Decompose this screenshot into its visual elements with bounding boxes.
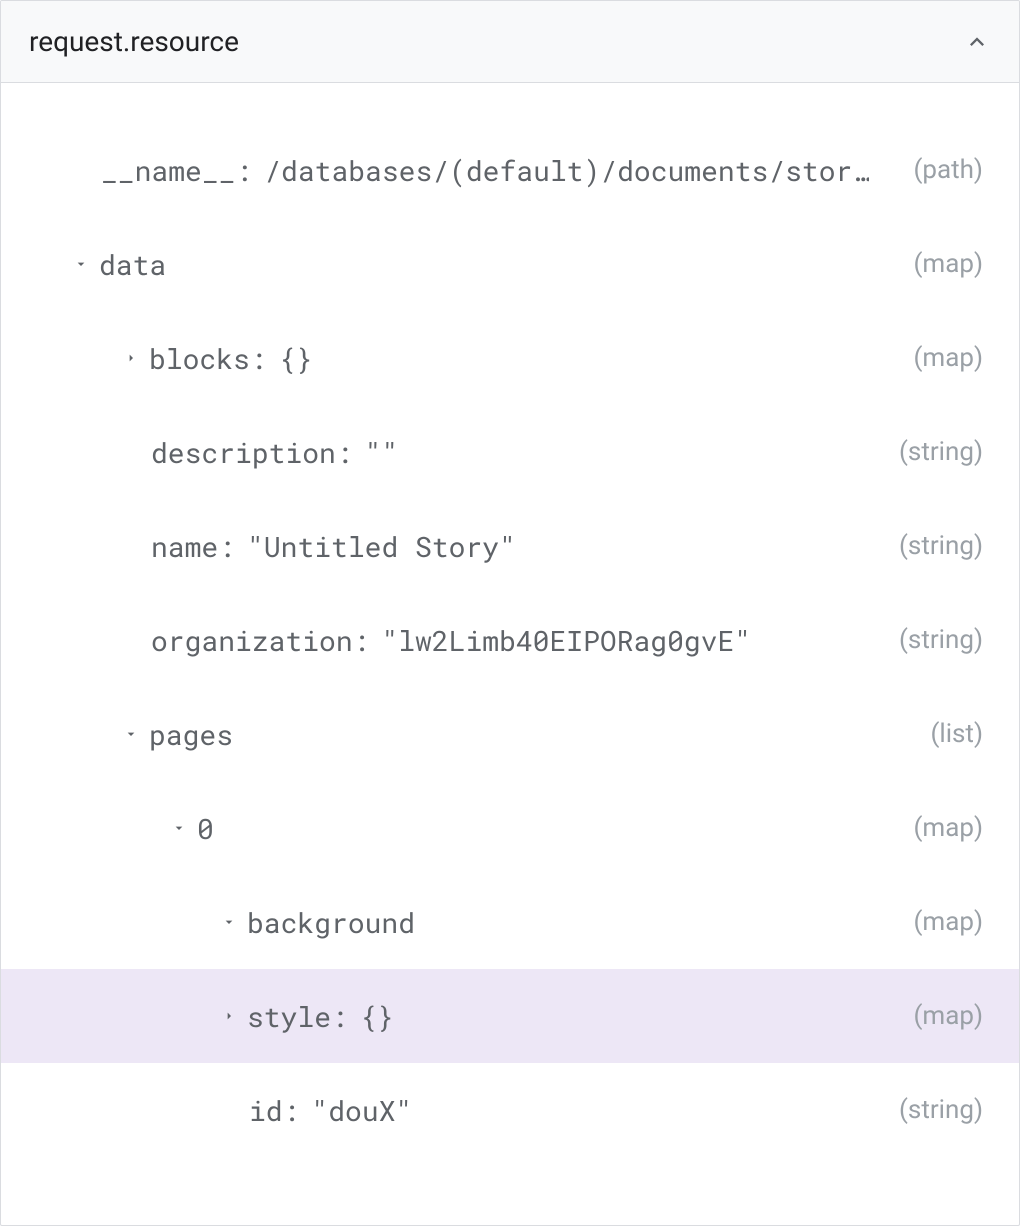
row-type: (map): [914, 907, 984, 937]
row-key: __name__: [101, 152, 235, 189]
tree-content: __name__ : /databases/(default)/document…: [1, 83, 1019, 1177]
chevron-up-icon[interactable]: [963, 28, 991, 56]
row-key: name: [151, 528, 218, 565]
tree-row-blocks[interactable]: blocks : {} (map): [1, 311, 1019, 405]
row-key: data: [99, 246, 166, 283]
row-type: (string): [899, 625, 983, 655]
tree-row-data[interactable]: data (map): [1, 217, 1019, 311]
row-type: (map): [914, 343, 984, 373]
row-type: (string): [899, 1095, 983, 1125]
row-key: background: [247, 904, 415, 941]
row-key: blocks: [149, 340, 250, 377]
panel-title: request.resource: [29, 25, 239, 58]
row-value: /databases/(default)/documents/stor…: [264, 152, 869, 189]
triangle-down-icon[interactable]: [161, 820, 197, 836]
row-type: (path): [913, 155, 983, 185]
tree-row-style[interactable]: style : {} (map): [1, 969, 1019, 1063]
tree-row-id[interactable]: id : "douX" (string): [1, 1063, 1019, 1157]
row-value: "": [365, 434, 399, 471]
triangle-down-icon[interactable]: [211, 914, 247, 930]
row-value: "lw2Limb40EIPORag0gvE": [381, 622, 751, 659]
tree-row-description[interactable]: description : "" (string): [1, 405, 1019, 499]
triangle-down-icon[interactable]: [63, 256, 99, 272]
row-type: (map): [914, 249, 984, 279]
triangle-right-icon[interactable]: [211, 1008, 247, 1024]
tree-row-background[interactable]: background (map): [1, 875, 1019, 969]
tree-row-organization[interactable]: organization : "lw2Limb40EIPORag0gvE" (s…: [1, 593, 1019, 687]
triangle-down-icon[interactable]: [113, 726, 149, 742]
row-type: (list): [930, 719, 983, 749]
tree-row-page0[interactable]: 0 (map): [1, 781, 1019, 875]
row-value: {}: [360, 998, 394, 1035]
row-key: organization: [151, 622, 353, 659]
row-value: "Untitled Story": [247, 528, 516, 565]
row-key: 0: [197, 810, 214, 847]
request-resource-panel: request.resource __name__ : /databases/(…: [0, 0, 1020, 1226]
row-type: (string): [899, 437, 983, 467]
row-type: (string): [899, 531, 983, 561]
tree-row-dataname[interactable]: name : "Untitled Story" (string): [1, 499, 1019, 593]
row-key: description: [151, 434, 336, 471]
panel-header[interactable]: request.resource: [1, 1, 1019, 83]
row-value: "douX": [311, 1092, 412, 1129]
triangle-right-icon[interactable]: [113, 350, 149, 366]
row-value: {}: [279, 340, 313, 377]
row-type: (map): [914, 1001, 984, 1031]
tree-row-pages[interactable]: pages (list): [1, 687, 1019, 781]
tree-row-name[interactable]: __name__ : /databases/(default)/document…: [1, 123, 1019, 217]
row-type: (map): [914, 813, 984, 843]
row-key: id: [249, 1092, 283, 1129]
row-key: pages: [149, 716, 233, 753]
row-key: style: [247, 998, 331, 1035]
